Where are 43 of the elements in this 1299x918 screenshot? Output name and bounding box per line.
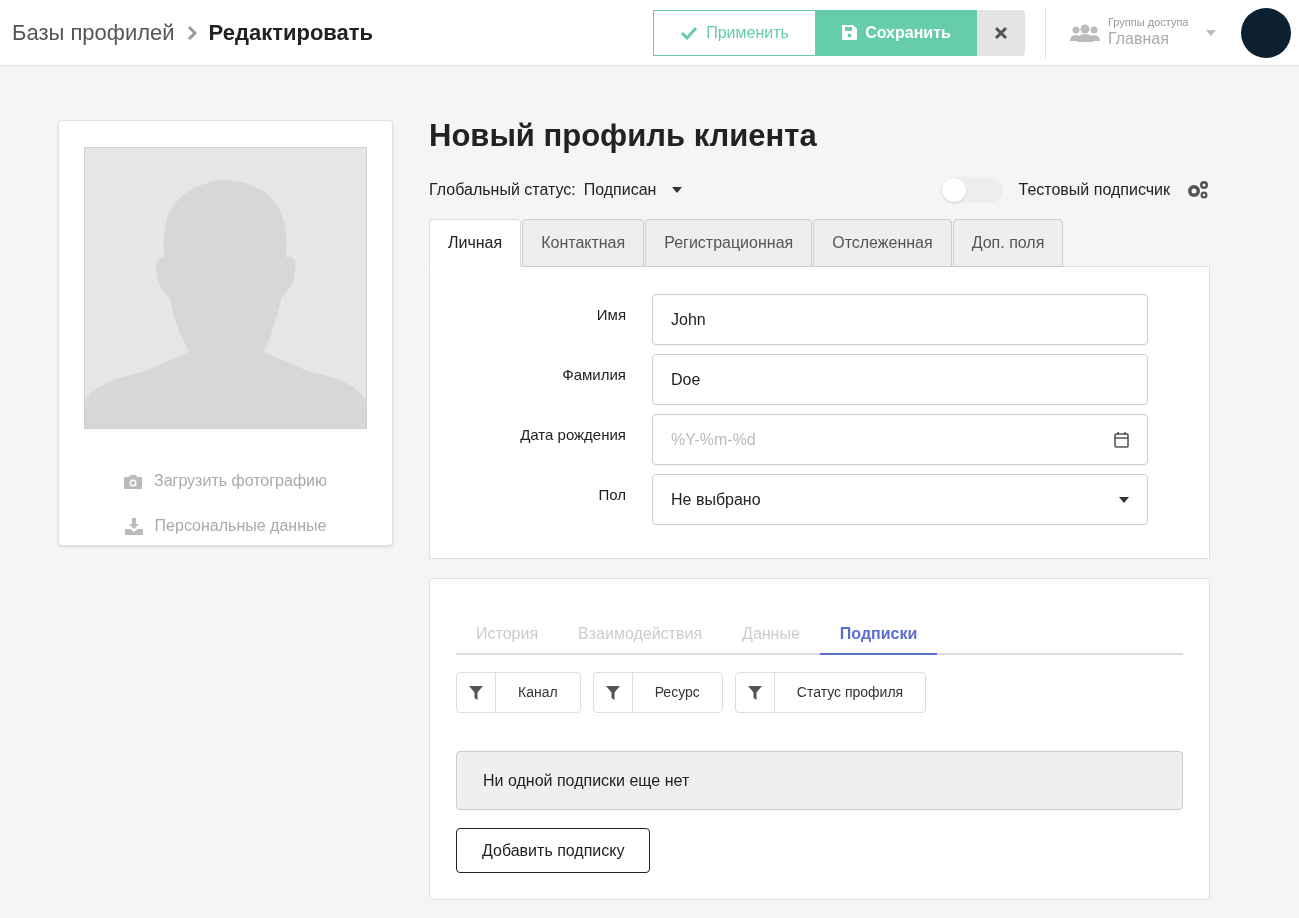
filter-icon [747, 685, 762, 700]
camera-icon [124, 473, 142, 489]
close-button[interactable] [977, 9, 1025, 56]
calendar-icon[interactable] [1114, 431, 1129, 448]
check-icon [680, 25, 699, 40]
avatar[interactable] [1241, 7, 1291, 58]
filter-button[interactable]: Канал [456, 672, 581, 713]
filter-icon [469, 685, 483, 700]
field-label: Фамилия [561, 365, 626, 386]
toggle-switch[interactable] [940, 177, 1003, 203]
users-icon [1070, 23, 1100, 42]
status-dropdown[interactable]: Подписан [583, 178, 683, 202]
access-group-value: Главная [1108, 29, 1170, 50]
status-label: Глобальный статус: [429, 180, 576, 200]
select-field[interactable]: Не выбрано [652, 474, 1148, 525]
test-subscriber-label: Тестовый подписчик [1018, 180, 1170, 200]
caret-icon [1206, 29, 1216, 36]
tab[interactable]: Регистрационная [645, 219, 813, 267]
settings-icon[interactable] [1186, 180, 1210, 200]
filter-button[interactable]: Ресурс [592, 672, 723, 713]
field-label: Дата рождения [519, 425, 626, 446]
page-title: Новый профиль клиента [429, 120, 818, 151]
filter-icon [605, 685, 620, 700]
access-group-label: Группы доступа [1108, 15, 1189, 30]
input-field[interactable]: Doe [652, 354, 1148, 405]
close-icon [994, 25, 1008, 40]
field-label: Имя [595, 305, 626, 326]
tab[interactable]: Личная [429, 219, 522, 267]
tab[interactable]: Подписки [819, 615, 938, 655]
tab[interactable]: Контактная [522, 219, 645, 267]
add-subscription-button[interactable]: Добавить подписку [456, 828, 651, 873]
empty-message: Ни одной подписки еще нет [456, 751, 1183, 810]
caret-icon [672, 187, 683, 193]
download-icon [124, 517, 143, 535]
breadcrumb-current: Редактировать [208, 19, 374, 47]
chevron-right-icon [186, 24, 197, 41]
field-label: Пол [597, 485, 626, 506]
input-field[interactable]: John [652, 294, 1148, 345]
caret-icon [1119, 496, 1129, 503]
breadcrumb-link[interactable]: Базы профилей [12, 16, 175, 49]
tab[interactable]: Доп. поля [952, 219, 1064, 267]
filter-button[interactable]: Статус профиля [734, 672, 927, 713]
tab[interactable]: Отслеженная [813, 219, 952, 267]
